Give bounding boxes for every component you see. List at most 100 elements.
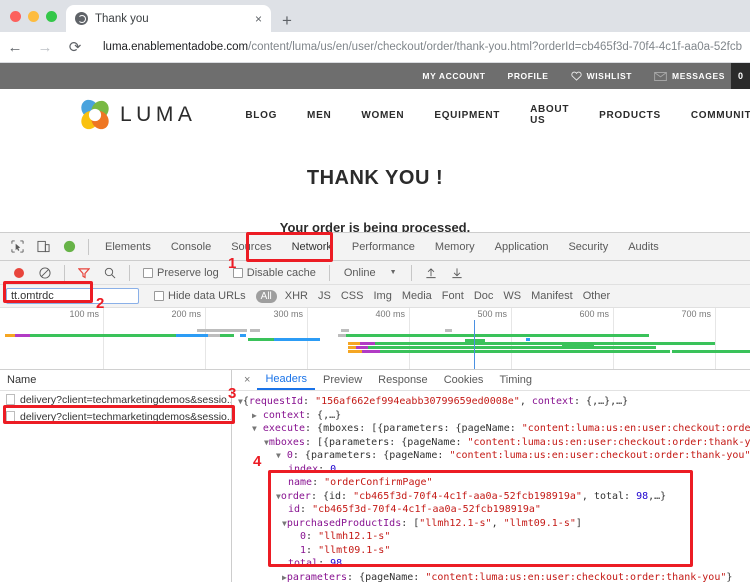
request-list-header[interactable]: Name	[0, 370, 231, 391]
type-filter-font[interactable]: Font	[437, 290, 469, 302]
network-content-split: Name delivery?client=techmarketingdemos&…	[0, 370, 750, 582]
throttling-value: Online	[343, 266, 376, 279]
search-icon[interactable]	[97, 260, 123, 286]
devtools-tab-application[interactable]: Application	[485, 234, 559, 260]
devtools-tab-console[interactable]: Console	[161, 234, 221, 260]
nav-wishlist[interactable]: WISHLIST	[560, 71, 643, 81]
controls-divider-1	[64, 264, 65, 281]
maximize-window-button[interactable]	[46, 10, 57, 22]
nav-item-community[interactable]: COMMUNITY	[676, 110, 750, 121]
back-button[interactable]: ←	[0, 32, 30, 62]
json-line-mboxes[interactable]: ▼mboxes: [{parameters: {pageName: "conte…	[238, 436, 750, 450]
detail-tab-headers[interactable]: Headers	[257, 370, 316, 390]
preserve-log-checkbox[interactable]: Preserve log	[136, 267, 226, 279]
request-name: delivery?client=techmarketingdemos&sessi…	[20, 410, 231, 423]
preserve-log-label: Preserve log	[157, 266, 219, 279]
window-traffic-lights	[8, 0, 66, 32]
browser-tab-bar: Thank you × +	[0, 0, 750, 32]
devtools-tab-network[interactable]: Network	[282, 234, 342, 260]
luma-logo[interactable]: LUMA	[78, 98, 196, 132]
device-toolbar-icon[interactable]	[30, 234, 56, 260]
hide-data-urls-checkbox[interactable]: Hide data URLs	[147, 290, 253, 302]
devtools-tab-audits[interactable]: Audits	[618, 234, 669, 260]
clear-icon[interactable]	[32, 260, 58, 286]
url-host: luma.enablementadobe.com	[103, 41, 249, 53]
json-response-viewer[interactable]: ▼{requestId: "156af662ef994eabb30799659e…	[232, 391, 750, 582]
type-filter-js[interactable]: JS	[313, 290, 336, 302]
type-filter-css[interactable]: CSS	[336, 290, 369, 302]
devtools-tab-security[interactable]: Security	[558, 234, 618, 260]
import-har-icon[interactable]	[418, 260, 444, 286]
mail-icon	[654, 71, 667, 81]
filter-icon[interactable]	[71, 260, 97, 286]
request-row-2-selected[interactable]: delivery?client=techmarketingdemos&sessi…	[0, 408, 231, 425]
export-har-icon[interactable]	[444, 260, 470, 286]
devtools-tab-elements[interactable]: Elements	[95, 234, 161, 260]
json-line-mbox-0[interactable]: ▼ 0: {parameters: {pageName: "content:lu…	[238, 449, 750, 463]
filter-input[interactable]	[6, 288, 139, 304]
json-line-name: name: "orderConfirmPage"	[288, 477, 433, 488]
close-window-button[interactable]	[10, 10, 21, 22]
minimize-window-button[interactable]	[28, 10, 39, 22]
type-filter-ws[interactable]: WS	[498, 290, 526, 302]
close-icon[interactable]: ×	[255, 13, 262, 25]
tick-label: 700 ms	[681, 309, 711, 319]
request-row-1[interactable]: delivery?client=techmarketingdemos&sessi…	[0, 391, 231, 408]
page-title: THANK YOU !	[306, 167, 444, 189]
throttling-select[interactable]: Online ▼	[336, 267, 405, 279]
json-line-root[interactable]: ▼{requestId: "156af662ef994eabb30799659e…	[238, 395, 750, 409]
new-tab-button[interactable]: +	[271, 12, 302, 32]
checkbox-box	[143, 267, 153, 278]
node-icon[interactable]	[56, 234, 82, 260]
dom-content-loaded-marker	[474, 320, 475, 369]
json-line-context[interactable]: ▶ context: {,…}	[238, 409, 750, 423]
detail-tab-preview[interactable]: Preview	[315, 370, 370, 390]
devtools-tab-memory[interactable]: Memory	[425, 234, 485, 260]
nav-messages[interactable]: MESSAGES	[643, 71, 731, 81]
nav-wishlist-label: WISHLIST	[586, 71, 633, 81]
nav-item-about-us[interactable]: ABOUT US	[515, 104, 584, 126]
controls-divider-2	[129, 264, 130, 281]
json-line-execute[interactable]: ▼ execute: {mboxes: [{parameters: {pageN…	[238, 422, 750, 436]
type-filter-manifest[interactable]: Manifest	[526, 290, 578, 302]
browser-tab[interactable]: Thank you ×	[66, 5, 271, 32]
json-line-purchased-ids[interactable]: ▼purchasedProductIds: ["llmh12.1-s", "ll…	[238, 517, 750, 531]
browser-tab-title: Thank you	[95, 12, 149, 25]
devtools-tab-performance[interactable]: Performance	[342, 234, 425, 260]
nav-my-account[interactable]: MY ACCOUNT	[411, 71, 496, 81]
devtools-tab-sources[interactable]: Sources	[221, 234, 281, 260]
detail-tab-timing[interactable]: Timing	[491, 370, 540, 390]
close-icon[interactable]: ×	[237, 374, 257, 386]
nav-profile[interactable]: PROFILE	[497, 71, 560, 81]
json-line-parameters[interactable]: ▶parameters: {pageName: "content:luma:us…	[238, 571, 750, 582]
globe-icon	[75, 12, 88, 25]
forward-button[interactable]: →	[30, 32, 60, 62]
address-bar[interactable]: luma.enablementadobe.com/content/luma/us…	[96, 35, 742, 59]
disable-cache-checkbox[interactable]: Disable cache	[226, 267, 323, 279]
timeline-ruler: 100 ms 200 ms 300 ms 400 ms 500 ms 600 m…	[0, 308, 750, 369]
json-line-order[interactable]: ▼order: {id: "cb465f3d-70f4-4c1f-aa0a-52…	[238, 490, 750, 504]
type-filter-other[interactable]: Other	[578, 290, 616, 302]
nav-item-blog[interactable]: BLOG	[230, 110, 292, 121]
type-filter-all[interactable]: All	[255, 289, 277, 303]
type-filter-media[interactable]: Media	[397, 290, 437, 302]
reload-button[interactable]: ⟳	[60, 32, 90, 62]
json-line-product-1: 1: "llmt09.1-s"	[300, 544, 391, 556]
nav-item-equipment[interactable]: EQUIPMENT	[419, 110, 515, 121]
tick-label: 400 ms	[375, 309, 405, 319]
browser-omnibar: ← → ⟳ luma.enablementadobe.com/content/l…	[0, 32, 750, 63]
type-filter-xhr[interactable]: XHR	[280, 290, 313, 302]
detail-tab-response[interactable]: Response	[370, 370, 436, 390]
type-filter-doc[interactable]: Doc	[469, 290, 499, 302]
luma-main-nav: LUMA BLOG MEN WOMEN EQUIPMENT ABOUT US P…	[0, 89, 750, 141]
detail-tab-cookies[interactable]: Cookies	[436, 370, 492, 390]
network-overview-timeline[interactable]: 100 ms 200 ms 300 ms 400 ms 500 ms 600 m…	[0, 308, 750, 370]
record-icon[interactable]	[6, 260, 32, 286]
request-detail-pane: × Headers Preview Response Cookies Timin…	[232, 370, 750, 582]
nav-item-women[interactable]: WOMEN	[346, 110, 419, 121]
nav-item-men[interactable]: MEN	[292, 110, 346, 121]
nav-item-products[interactable]: PRODUCTS	[584, 110, 676, 121]
request-list-pane: Name delivery?client=techmarketingdemos&…	[0, 370, 232, 582]
inspect-element-icon[interactable]	[4, 234, 30, 260]
type-filter-img[interactable]: Img	[368, 290, 396, 302]
